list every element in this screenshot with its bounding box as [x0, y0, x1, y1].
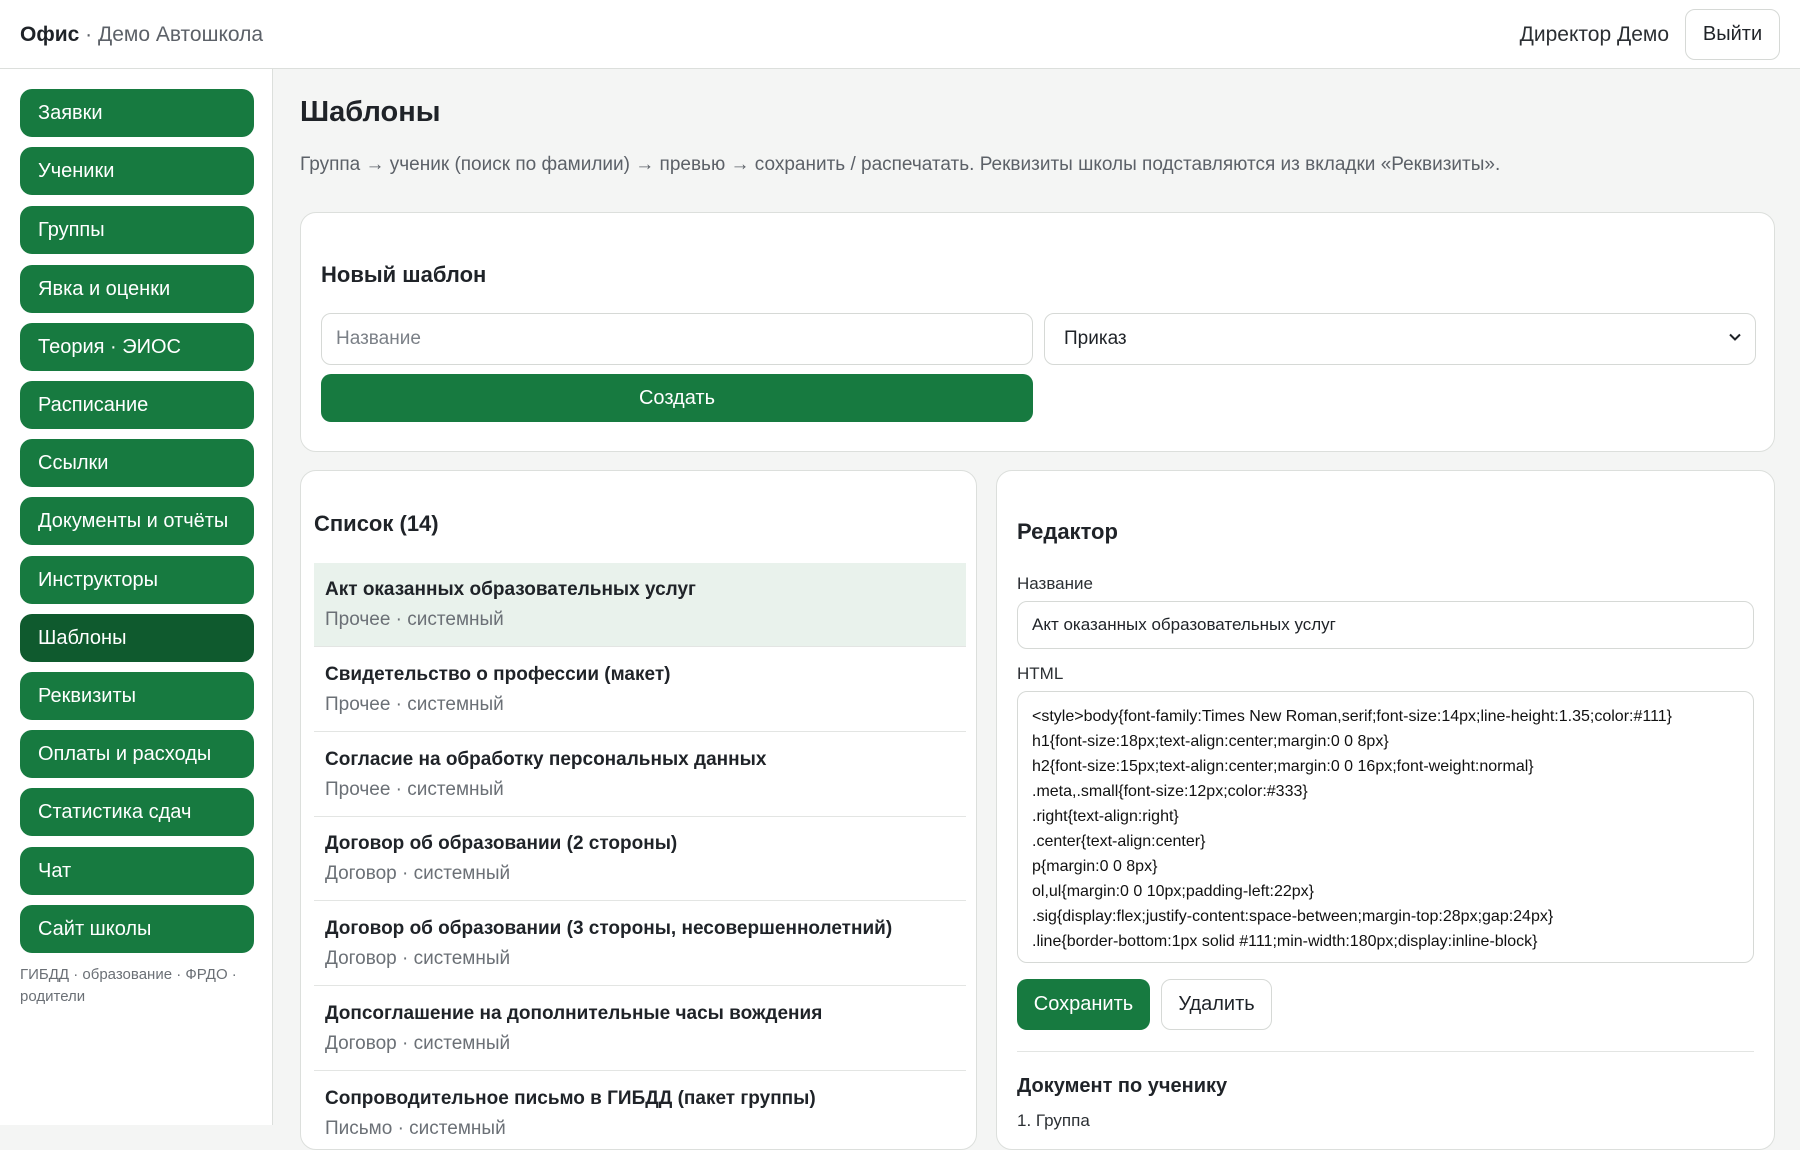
template-name-placeholder: Название	[336, 328, 421, 349]
create-button[interactable]: Создать	[321, 374, 1033, 422]
template-list-card: Список (14) Акт оказанных образовательны…	[300, 470, 977, 1150]
list-item[interactable]: Свидетельство о профессии (макет) Прочее…	[314, 648, 966, 732]
editor-name-input[interactable]: Акт оказанных образовательных услуг	[1017, 601, 1754, 649]
list-item-title: Договор об образовании (2 стороны)	[325, 833, 678, 854]
sidebar-item-templates[interactable]: Шаблоны	[20, 614, 254, 662]
editor-card: Редактор Название Акт оказанных образова…	[996, 470, 1775, 1150]
sidebar: Заявки Ученики Группы Явка и оценки Теор…	[0, 69, 273, 1125]
list-item-title: Договор об образовании (3 стороны, несов…	[325, 918, 893, 939]
doc-heading: Документ по ученику	[1017, 1075, 1228, 1097]
chevron-down-icon	[1729, 333, 1741, 341]
step1-label: 1. Группа	[1017, 1111, 1090, 1130]
brand: Офис · Демо Автошкола	[20, 23, 263, 47]
list-item[interactable]: Договор об образовании (2 стороны) Догов…	[314, 817, 966, 901]
list-item-meta: Договор · системный	[325, 1033, 511, 1054]
sidebar-item-chat[interactable]: Чат	[20, 847, 254, 895]
list-item[interactable]: Акт оказанных образовательных услуг Проч…	[314, 563, 966, 647]
sidebar-item-schedule[interactable]: Расписание	[20, 381, 254, 429]
name-label: Название	[1017, 574, 1093, 593]
list-item-meta: Прочее · системный	[325, 609, 504, 630]
template-name-input[interactable]: Название	[321, 313, 1033, 365]
top-bar: Офис · Демо Автошкола Директор Демо Выйт…	[0, 0, 1800, 69]
sidebar-item-students[interactable]: Ученики	[20, 147, 254, 195]
template-type-select[interactable]: Приказ	[1044, 313, 1756, 365]
divider	[1017, 1051, 1754, 1052]
page-title: Шаблоны	[300, 96, 441, 128]
sidebar-item-groups[interactable]: Группы	[20, 206, 254, 254]
list-item-title: Акт оказанных образовательных услуг	[325, 579, 696, 600]
list-item[interactable]: Согласие на обработку персональных данны…	[314, 733, 966, 817]
list-item[interactable]: Сопроводительное письмо в ГИБДД (пакет г…	[314, 1072, 966, 1149]
user-name: Директор Демо	[1519, 23, 1669, 46]
brand-separator: ·	[79, 23, 98, 46]
list-item-meta: Письмо · системный	[325, 1118, 506, 1139]
editor-heading: Редактор	[1017, 519, 1118, 544]
logout-button[interactable]: Выйти	[1685, 9, 1780, 60]
sidebar-item-requests[interactable]: Заявки	[20, 89, 254, 137]
list-item[interactable]: Договор об образовании (3 стороны, несов…	[314, 902, 966, 986]
sidebar-item-links[interactable]: Ссылки	[20, 439, 254, 487]
save-button[interactable]: Сохранить	[1017, 979, 1150, 1030]
sidebar-item-site[interactable]: Сайт школы	[20, 905, 254, 953]
sidebar-item-instructors[interactable]: Инструкторы	[20, 556, 254, 604]
list-item-title: Допсоглашение на дополнительные часы вож…	[325, 1003, 823, 1024]
sidebar-footer: ГИБДД · образование · ФРДО · родители	[20, 966, 237, 1005]
sidebar-item-payments[interactable]: Оплаты и расходы	[20, 730, 254, 778]
list-heading: Список (14)	[314, 511, 439, 536]
delete-button[interactable]: Удалить	[1161, 979, 1272, 1030]
sidebar-item-documents[interactable]: Документы и отчёты	[20, 497, 254, 545]
new-template-heading: Новый шаблон	[321, 262, 487, 287]
sidebar-item-requisites[interactable]: Реквизиты	[20, 672, 254, 720]
page-subtitle: Группа → ученик (поиск по фамилии) → пре…	[300, 154, 1501, 175]
list-item-title: Сопроводительное письмо в ГИБДД (пакет г…	[325, 1088, 816, 1109]
list-item-meta: Прочее · системный	[325, 694, 504, 715]
html-label: HTML	[1017, 664, 1064, 683]
list-item-meta: Договор · системный	[325, 863, 511, 884]
html-textarea[interactable]: <style>body{font-family:Times New Roman,…	[1017, 691, 1754, 963]
new-template-card: Новый шаблон Название Приказ Создать	[300, 212, 1775, 452]
list-item-meta: Договор · системный	[325, 948, 511, 969]
sidebar-item-attendance[interactable]: Явка и оценки	[20, 265, 254, 313]
school-name: Демо Автошкола	[97, 23, 264, 46]
brand-title: Офис	[20, 23, 80, 46]
list-item-title: Свидетельство о профессии (макет)	[325, 664, 671, 685]
editor-name-value: Акт оказанных образовательных услуг	[1032, 615, 1336, 634]
list-item-meta: Прочее · системный	[325, 779, 504, 800]
sidebar-item-theory[interactable]: Теория · ЭИОС	[20, 323, 254, 371]
template-type-value: Приказ	[1064, 328, 1127, 349]
list-item[interactable]: Допсоглашение на дополнительные часы вож…	[314, 987, 966, 1071]
sidebar-item-stats[interactable]: Статистика сдач	[20, 788, 254, 836]
list-item-title: Согласие на обработку персональных данны…	[325, 749, 767, 770]
